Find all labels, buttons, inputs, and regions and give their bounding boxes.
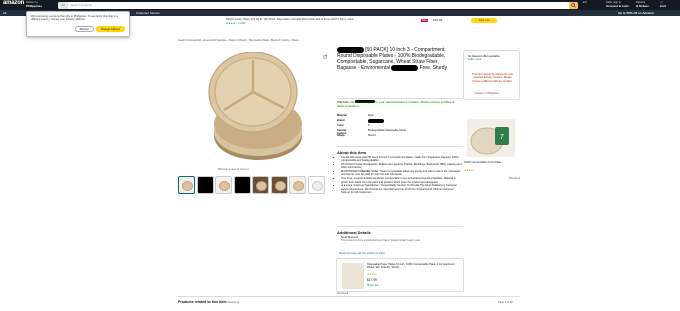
additional-details: Small Business This product is from a sm… xyxy=(341,236,421,243)
search-bar: All Search Amazon xyxy=(58,1,578,9)
thumbnail[interactable] xyxy=(178,176,195,194)
learn-more-link[interactable]: Learn more xyxy=(468,58,481,61)
all-menu-button[interactable]: All xyxy=(3,10,6,16)
list-item: ★★★★★ Customer Satisfaction • Sustainabi… xyxy=(341,184,463,194)
list-item: Tree Free, environmentally beneficial; c… xyxy=(341,177,463,184)
thumbnail[interactable] xyxy=(289,176,306,194)
ad-shop-link[interactable]: Shop now xyxy=(367,284,378,287)
zoom-hint: Roll over image to zoom in xyxy=(218,168,249,171)
main-product-image[interactable] xyxy=(206,51,304,164)
promo-rating: ★★★★☆ (1.0K) xyxy=(226,21,246,25)
returns-orders[interactable]: Returns & Orders xyxy=(636,1,649,8)
sub-nav-link-service[interactable]: Customer Service xyxy=(136,10,160,16)
thumbnail[interactable] xyxy=(270,176,288,194)
thumbnail[interactable] xyxy=(196,176,214,194)
list-item: Comes with Case pack 50 count 10 inch 3 … xyxy=(341,156,463,163)
promo-banner[interactable]: Plastic Cutlery Wrap, 400 Sq Ft, 100 She… xyxy=(226,16,498,25)
share-icon[interactable] xyxy=(323,54,328,59)
product-title: XXXXXXXX [50 PACK] 10 inch 3 - Compartme… xyxy=(337,47,448,71)
account-menu[interactable]: Hello, sign in Account & Lists xyxy=(606,1,629,8)
thumbnail[interactable] xyxy=(233,176,251,194)
promo-price: $19.99 xyxy=(433,18,443,23)
buy-box: No featured offers available Learn more … xyxy=(463,50,520,100)
ad-product-image[interactable] xyxy=(342,263,364,289)
location-popover: We're showing you items that ship to Phi… xyxy=(26,11,130,37)
sub-nav-promo[interactable]: Up to 50% off on Amazon xyxy=(618,10,654,16)
cart-button[interactable]: 🛒 Cart xyxy=(660,1,666,8)
thumbnail[interactable] xyxy=(215,176,232,194)
search-button[interactable] xyxy=(569,1,578,9)
side-ad-rating: ★★★★☆ xyxy=(464,169,476,172)
search-icon xyxy=(571,2,576,8)
side-sponsored-ad[interactable]: 7 100% Compostable 7 Inch Plate... ★★★★☆… xyxy=(464,116,520,182)
sponsored-ad-card[interactable]: Disposable Paper Plates 10 inch, 100% Co… xyxy=(336,258,464,292)
report-issue-link[interactable]: Report an issue with this product or sel… xyxy=(339,252,385,255)
svg-text:7: 7 xyxy=(500,134,504,141)
additional-details-heading: Additional Details xyxy=(337,230,371,235)
ad-rating: ★★★★☆ xyxy=(367,273,379,276)
pagination[interactable]: Page 1 of 99 xyxy=(498,301,513,304)
thumbnail-strip xyxy=(178,176,325,194)
ad-price: $17.99 xyxy=(367,278,377,282)
breadcrumb[interactable]: Health & Household › Household Supplies … xyxy=(178,39,299,42)
side-ad-image[interactable]: 7 xyxy=(467,119,515,157)
dismiss-button[interactable]: Dismiss xyxy=(74,26,94,32)
deliver-country: Philippines xyxy=(26,3,43,8)
change-address-button[interactable]: Change Address xyxy=(95,26,125,32)
deliver-to-link[interactable]: ⚲ Deliver to Philippines xyxy=(474,92,499,95)
about-heading: About this item xyxy=(337,150,367,155)
shipping-warning: This item cannot be shipped to your sele… xyxy=(471,73,514,83)
rating-row[interactable]: ★★★★☆ xyxy=(337,90,387,104)
thumbnail[interactable] xyxy=(307,176,325,194)
deliver-to[interactable]: Deliver to Philippines xyxy=(26,0,43,8)
promo-badge: Save xyxy=(421,18,429,22)
list-item: MICROWAVE/ FREEZER SAFE: These compostab… xyxy=(341,170,463,177)
related-products-heading: Products related to this item Sponsored xyxy=(178,300,240,304)
side-ad-title[interactable]: 100% Compostable 7 Inch Plate... xyxy=(464,161,520,164)
ad-title[interactable]: Disposable Paper Plates 10 inch, 100% Co… xyxy=(367,263,461,270)
search-input[interactable]: Search Amazon xyxy=(71,2,92,9)
sponsored-label: Sponsored xyxy=(337,293,349,295)
language-selector[interactable]: EN xyxy=(583,1,587,5)
list-item: STYLISH for today Restaurants, Buffets e… xyxy=(341,163,463,170)
about-list: Comes with Case pack 50 count 10 inch 3 … xyxy=(337,156,463,195)
amazon-logo[interactable]: amazon xyxy=(3,0,24,6)
top-nav-bar: amazon Deliver to Philippines All Search… xyxy=(0,0,680,10)
thumbnail[interactable] xyxy=(252,176,269,194)
popover-text: We're showing you items that ship to Phi… xyxy=(31,15,118,22)
delivery-warning: This item cannot be shipped to your sele… xyxy=(337,100,455,108)
sponsored-label: Sponsored xyxy=(508,178,520,180)
search-category-dropdown[interactable]: All xyxy=(58,1,68,9)
promo-shop-button[interactable]: Shop now xyxy=(471,17,497,23)
